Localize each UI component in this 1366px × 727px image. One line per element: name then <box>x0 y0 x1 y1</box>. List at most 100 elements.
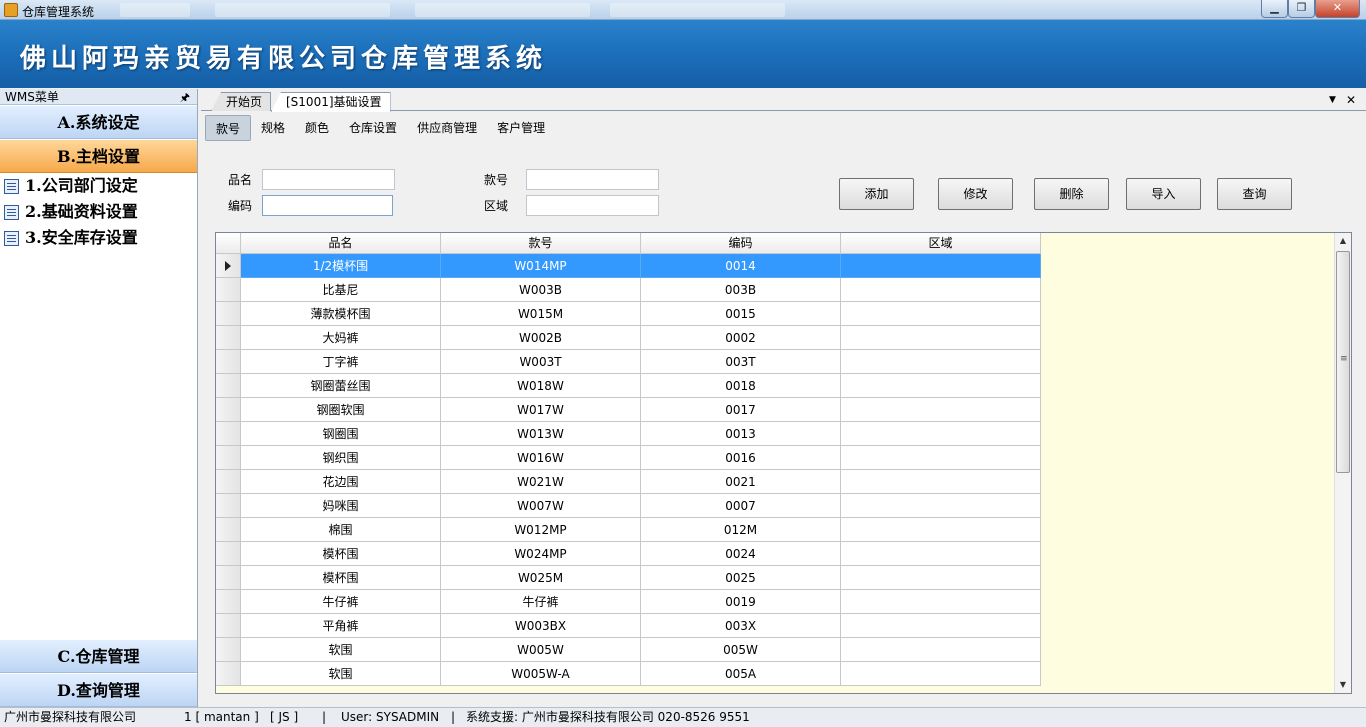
cell-area[interactable] <box>841 470 1041 494</box>
cell-name[interactable]: 模杯围 <box>241 566 441 590</box>
cell-code[interactable]: 0002 <box>641 326 841 350</box>
cell-name[interactable]: 比基尼 <box>241 278 441 302</box>
cell-area[interactable] <box>841 590 1041 614</box>
row-header[interactable] <box>216 590 241 614</box>
cell-area[interactable] <box>841 446 1041 470</box>
column-header-area[interactable]: 区域 <box>841 233 1041 254</box>
cell-style[interactable]: W002B <box>441 326 641 350</box>
cell-area[interactable] <box>841 350 1041 374</box>
add-button[interactable]: 添加 <box>839 178 914 210</box>
subtab-color[interactable]: 颜色 <box>295 115 339 141</box>
cell-code[interactable]: 003X <box>641 614 841 638</box>
cell-code[interactable]: 0016 <box>641 446 841 470</box>
menu-group-system[interactable]: A.系统设定 <box>0 105 197 139</box>
cell-area[interactable] <box>841 638 1041 662</box>
close-button[interactable]: ✕ <box>1315 0 1360 18</box>
table-row[interactable]: 1/2模杯围 W014MP 0014 <box>216 254 1041 278</box>
table-row[interactable]: 棉围 W012MP 012M <box>216 518 1041 542</box>
cell-area[interactable] <box>841 374 1041 398</box>
cell-area[interactable] <box>841 662 1041 686</box>
row-header[interactable] <box>216 350 241 374</box>
table-row[interactable]: 妈咪围 W007W 0007 <box>216 494 1041 518</box>
maximize-button[interactable]: ❐ <box>1288 0 1315 18</box>
cell-name[interactable]: 妈咪围 <box>241 494 441 518</box>
row-header[interactable] <box>216 662 241 686</box>
tab-list-dropdown-icon[interactable]: ▼ <box>1329 95 1336 105</box>
menu-item-safety-stock[interactable]: 3.安全库存设置 <box>0 225 197 251</box>
subtab-spec[interactable]: 规格 <box>251 115 295 141</box>
row-header[interactable] <box>216 422 241 446</box>
minimize-button[interactable]: ▁ <box>1261 0 1288 18</box>
table-row[interactable]: 钢圈软围 W017W 0017 <box>216 398 1041 422</box>
area-input[interactable] <box>526 195 659 216</box>
cell-style[interactable]: W016W <box>441 446 641 470</box>
row-header[interactable] <box>216 470 241 494</box>
row-header[interactable] <box>216 446 241 470</box>
row-header[interactable] <box>216 494 241 518</box>
tab-close-icon[interactable]: ✕ <box>1346 93 1356 107</box>
cell-area[interactable] <box>841 302 1041 326</box>
cell-style[interactable]: W014MP <box>441 254 641 278</box>
name-input[interactable] <box>262 169 395 190</box>
style-grid[interactable]: 品名 款号 编码 区域 1/2模杯围 W014MP 0014 比基尼 W003B 003B… <box>215 232 1352 694</box>
menu-group-warehouse[interactable]: C.仓库管理 <box>0 639 197 673</box>
subtab-supplier[interactable]: 供应商管理 <box>407 115 487 141</box>
menu-item-basic-data[interactable]: 2.基础资料设置 <box>0 199 197 225</box>
table-row[interactable]: 钢圈蕾丝围 W018W 0018 <box>216 374 1041 398</box>
cell-area[interactable] <box>841 518 1041 542</box>
cell-style[interactable]: W021W <box>441 470 641 494</box>
cell-name[interactable]: 薄款模杯围 <box>241 302 441 326</box>
cell-area[interactable] <box>841 542 1041 566</box>
table-row[interactable]: 钢圈围 W013W 0013 <box>216 422 1041 446</box>
cell-code[interactable]: 0014 <box>641 254 841 278</box>
subtab-customer[interactable]: 客户管理 <box>487 115 555 141</box>
cell-style[interactable]: W018W <box>441 374 641 398</box>
cell-name[interactable]: 牛仔裤 <box>241 590 441 614</box>
subtab-warehouse[interactable]: 仓库设置 <box>339 115 407 141</box>
cell-style[interactable]: W003B <box>441 278 641 302</box>
edit-button[interactable]: 修改 <box>938 178 1013 210</box>
cell-style[interactable]: W003T <box>441 350 641 374</box>
cell-area[interactable] <box>841 422 1041 446</box>
import-button[interactable]: 导入 <box>1126 178 1201 210</box>
cell-area[interactable] <box>841 254 1041 278</box>
column-header-name[interactable]: 品名 <box>241 233 441 254</box>
table-row[interactable]: 比基尼 W003B 003B <box>216 278 1041 302</box>
cell-style[interactable]: W005W <box>441 638 641 662</box>
cell-name[interactable]: 模杯围 <box>241 542 441 566</box>
column-header-style[interactable]: 款号 <box>441 233 641 254</box>
cell-code[interactable]: 0021 <box>641 470 841 494</box>
cell-style[interactable]: W012MP <box>441 518 641 542</box>
cell-style[interactable]: W005W-A <box>441 662 641 686</box>
cell-name[interactable]: 大妈裤 <box>241 326 441 350</box>
row-header[interactable] <box>216 302 241 326</box>
row-header[interactable] <box>216 614 241 638</box>
row-header[interactable] <box>216 638 241 662</box>
grid-vertical-scrollbar[interactable]: ▲ ▼ <box>1334 233 1351 693</box>
cell-area[interactable] <box>841 494 1041 518</box>
table-row[interactable]: 大妈裤 W002B 0002 <box>216 326 1041 350</box>
row-header[interactable] <box>216 374 241 398</box>
cell-style[interactable]: W007W <box>441 494 641 518</box>
menu-group-master[interactable]: B.主档设置 <box>0 139 197 173</box>
table-row[interactable]: 软围 W005W 005W <box>216 638 1041 662</box>
tab-basic-settings[interactable]: [S1001]基础设置 <box>271 92 391 112</box>
cell-area[interactable] <box>841 326 1041 350</box>
table-row[interactable]: 模杯围 W024MP 0024 <box>216 542 1041 566</box>
cell-name[interactable]: 钢织围 <box>241 446 441 470</box>
cell-style[interactable]: 牛仔裤 <box>441 590 641 614</box>
row-header[interactable] <box>216 542 241 566</box>
code-input[interactable] <box>262 195 393 216</box>
query-button[interactable]: 查询 <box>1217 178 1292 210</box>
row-header[interactable] <box>216 254 241 278</box>
cell-code[interactable]: 0024 <box>641 542 841 566</box>
cell-style[interactable]: W024MP <box>441 542 641 566</box>
cell-code[interactable]: 005A <box>641 662 841 686</box>
cell-code[interactable]: 005W <box>641 638 841 662</box>
delete-button[interactable]: 删除 <box>1034 178 1109 210</box>
cell-name[interactable]: 软围 <box>241 662 441 686</box>
cell-name[interactable]: 软围 <box>241 638 441 662</box>
table-row[interactable]: 模杯围 W025M 0025 <box>216 566 1041 590</box>
cell-code[interactable]: 012M <box>641 518 841 542</box>
row-header[interactable] <box>216 518 241 542</box>
